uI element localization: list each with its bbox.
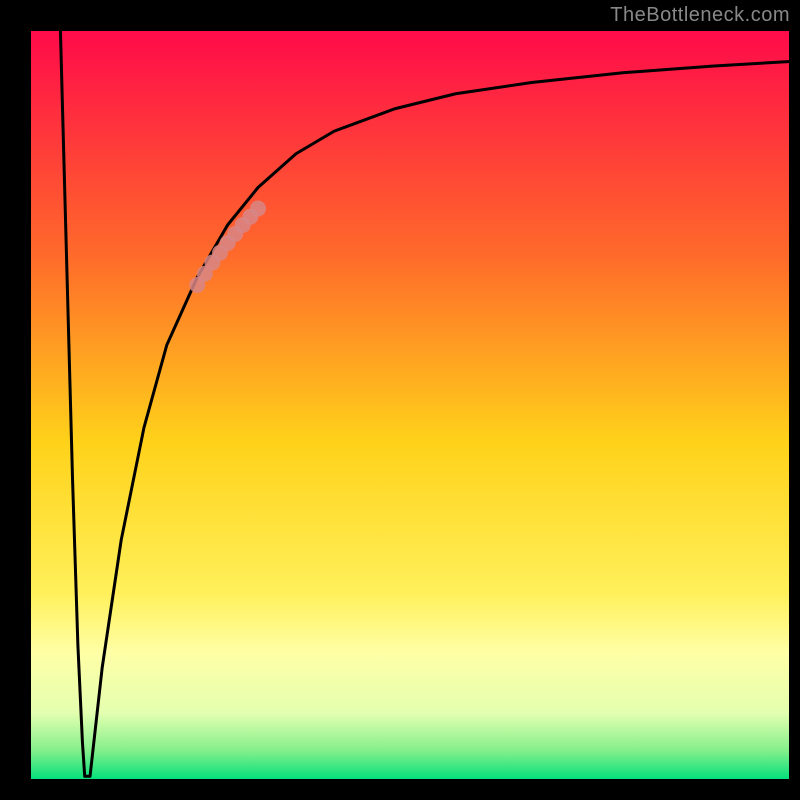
chart-container: TheBottleneck.com [0,0,800,800]
chart-svg [0,0,800,800]
plot-background [30,30,790,780]
highlight-dot [250,201,266,217]
attribution-text: TheBottleneck.com [610,4,790,27]
